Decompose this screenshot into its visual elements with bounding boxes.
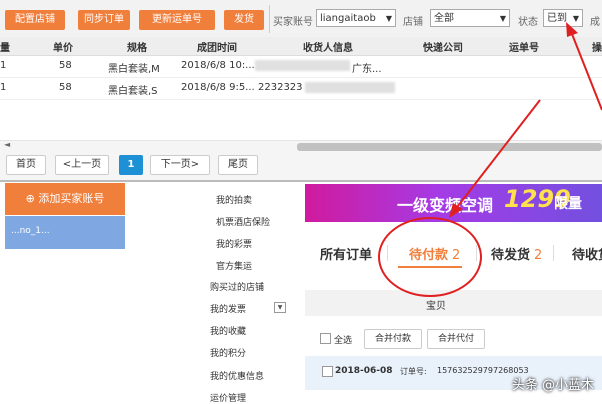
watermark-text: 头条 @小蓝木 (511, 378, 594, 393)
arrow-head-tab (449, 203, 463, 218)
arrow-head-status (566, 22, 578, 37)
annotation-arrows (449, 22, 602, 218)
arrow-line-status (571, 33, 602, 111)
arrow-line-tab (457, 99, 541, 207)
